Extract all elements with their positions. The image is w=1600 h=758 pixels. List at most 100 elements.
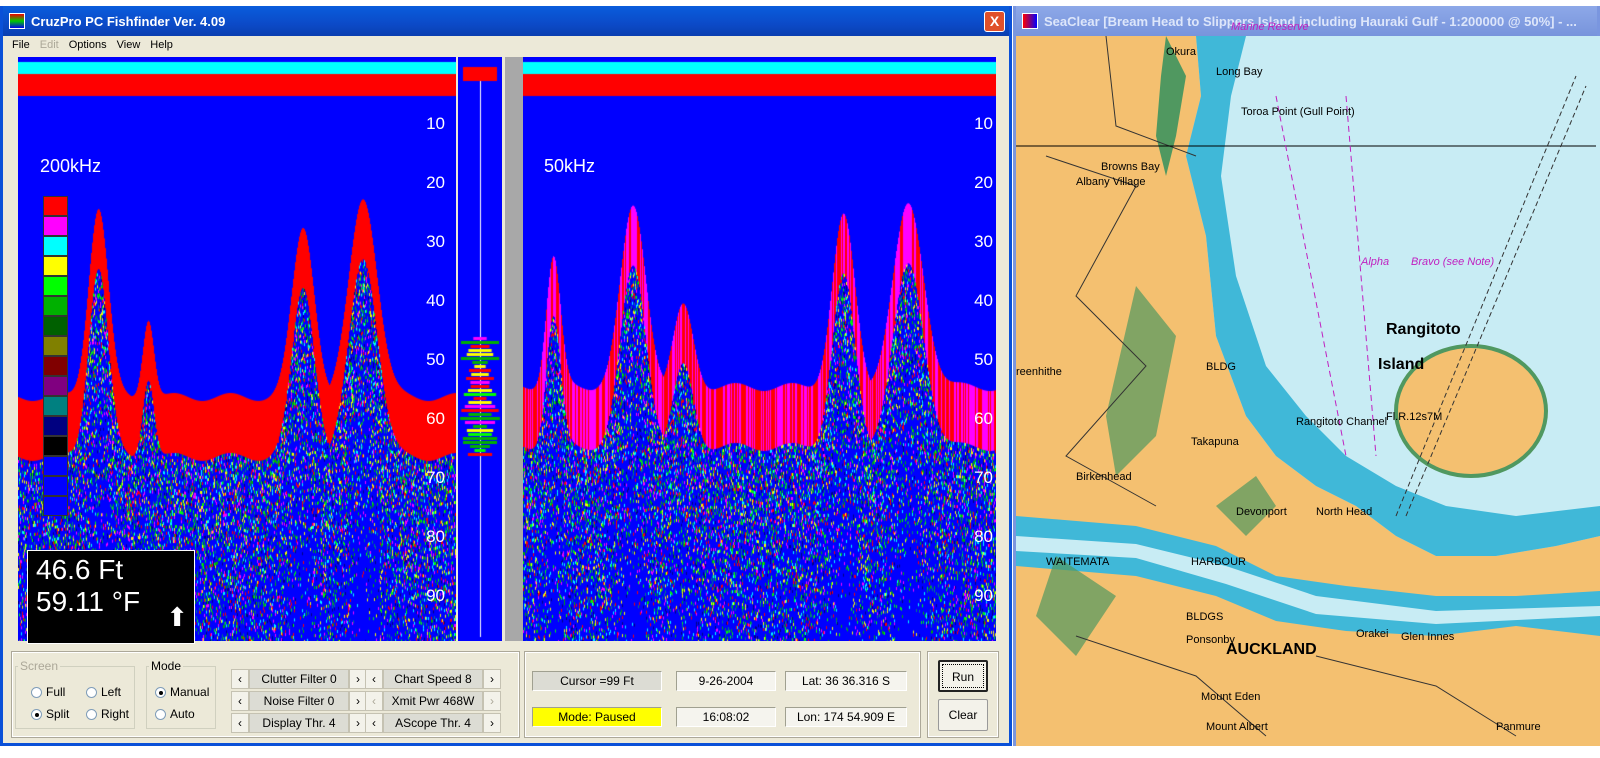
- decrease-button: ‹: [365, 691, 383, 711]
- radio-label: Auto: [170, 707, 195, 721]
- menu-help[interactable]: Help: [150, 39, 173, 51]
- fishfinder-window: CruzPro PC Fishfinder Ver. 4.09 X File E…: [0, 6, 1012, 746]
- color-scale-swatch: [43, 216, 68, 236]
- depth-tick: 90: [974, 586, 993, 605]
- depth-tick: 30: [426, 232, 445, 251]
- color-scale-swatch: [43, 276, 68, 296]
- radio-label: Split: [46, 707, 70, 721]
- date-status: 9-26-2004: [676, 671, 776, 691]
- stepper-label: AScope Thr. 4: [383, 713, 483, 733]
- stepper-label: Chart Speed 8: [383, 669, 483, 689]
- depth-tick: 20: [974, 173, 993, 192]
- clear-button[interactable]: Clear: [938, 699, 988, 731]
- depth-tick: 80: [426, 527, 445, 546]
- close-button[interactable]: X: [984, 11, 1005, 32]
- menu-options[interactable]: Options: [69, 39, 107, 51]
- fishfinder-titlebar[interactable]: CruzPro PC Fishfinder Ver. 4.09 X: [3, 6, 1009, 36]
- map-label: Panmure: [1496, 721, 1541, 733]
- radio-label: Left: [101, 685, 122, 699]
- freq-label-50: 50kHz: [544, 156, 596, 176]
- color-scale-swatch: [43, 256, 68, 276]
- decrease-button[interactable]: ‹: [231, 669, 249, 689]
- color-scale-swatch: [43, 356, 68, 376]
- menu-file[interactable]: File: [12, 39, 30, 51]
- color-scale-swatch: [43, 376, 68, 396]
- decrease-button[interactable]: ‹: [365, 713, 383, 733]
- map-label: Glen Innes: [1401, 631, 1455, 643]
- map-label: North Head: [1316, 506, 1373, 518]
- depth-tick: 50: [426, 350, 445, 369]
- depth-tick: 30: [974, 232, 993, 251]
- decrease-button[interactable]: ‹: [231, 691, 249, 711]
- map-label: Okura: [1166, 46, 1196, 58]
- mode-status: Mode: Paused: [532, 707, 662, 727]
- map-label: Orakei: [1356, 628, 1389, 640]
- stepper: ‹ Chart Speed 8 ›: [365, 669, 501, 689]
- cursor-status: Cursor =99 Ft: [532, 671, 662, 691]
- color-scale-swatch: [43, 496, 68, 516]
- radio-label: Manual: [170, 685, 210, 699]
- map-label: AUCKLAND: [1226, 641, 1317, 658]
- ascope-display: [458, 57, 502, 641]
- mode-auto-radio[interactable]: Auto: [155, 707, 195, 721]
- screen-split-radio[interactable]: Split: [31, 707, 69, 721]
- depth-readout: 46.6 Ft: [36, 554, 124, 585]
- map-label: Bravo (see Note): [1411, 256, 1495, 268]
- map-label: Island: [1378, 356, 1425, 373]
- map-label: Rangitoto Channel: [1296, 416, 1388, 428]
- map-label: Devonport: [1236, 506, 1287, 518]
- decrease-button[interactable]: ‹: [231, 713, 249, 733]
- mode-manual-radio[interactable]: Manual: [155, 685, 209, 699]
- stepper: ‹ Display Thr. 4 ›: [231, 713, 367, 733]
- map-label: Browns Bay: [1101, 161, 1160, 173]
- stepper-label: Xmit Pwr 468W: [383, 691, 483, 711]
- depth-tick: 60: [426, 409, 445, 428]
- app-icon: [9, 13, 25, 29]
- color-scale-swatch: [43, 296, 68, 316]
- window-title: CruzPro PC Fishfinder Ver. 4.09: [31, 13, 226, 29]
- run-button[interactable]: Run: [938, 660, 988, 692]
- depth-tick: 70: [426, 468, 445, 487]
- stepper: ‹ Xmit Pwr 468W ›: [365, 691, 501, 711]
- increase-button[interactable]: ›: [483, 713, 501, 733]
- status-panel: Cursor =99 Ft Mode: Paused 9-26-2004 16:…: [524, 651, 921, 738]
- stepper-label: Display Thr. 4: [249, 713, 349, 733]
- map-label: Mount Albert: [1206, 721, 1268, 733]
- freq-label-200: 200kHz: [40, 156, 102, 176]
- map-label: Takapuna: [1191, 436, 1239, 448]
- depth-tick: 10: [426, 114, 445, 133]
- color-scale-swatch: [43, 476, 68, 496]
- depth-tick: 50: [974, 350, 993, 369]
- increase-button: ›: [483, 691, 501, 711]
- radio-label: Full: [46, 685, 66, 699]
- time-status: 16:08:02: [676, 707, 776, 727]
- radio-label: Right: [101, 707, 130, 721]
- color-scale-swatch: [43, 416, 68, 436]
- sonar-50khz-display[interactable]: [523, 57, 996, 641]
- map-label: Mount Eden: [1201, 691, 1261, 703]
- map-label: BLDGS: [1186, 611, 1224, 623]
- stepper-label: Noise Filter 0: [249, 691, 349, 711]
- color-scale-swatch: [43, 436, 68, 456]
- split-divider[interactable]: [505, 57, 523, 641]
- screen-left-radio[interactable]: Left: [86, 685, 121, 699]
- increase-button[interactable]: ›: [483, 669, 501, 689]
- map-label: Toroa Point (Gull Point): [1241, 106, 1355, 118]
- screen-right-radio[interactable]: Right: [86, 707, 129, 721]
- stepper: ‹ Clutter Filter 0 ›: [231, 669, 367, 689]
- decrease-button[interactable]: ‹: [365, 669, 383, 689]
- arrow-up-icon: ⬆: [166, 602, 188, 632]
- map-label: Long Bay: [1216, 66, 1263, 78]
- menu-edit: Edit: [39, 39, 59, 51]
- depth-tick: 40: [426, 291, 445, 310]
- menu-view[interactable]: View: [117, 39, 141, 51]
- depth-tick: 20: [426, 173, 445, 192]
- depth-tick: 10: [974, 114, 993, 133]
- screen-full-radio[interactable]: Full: [31, 685, 65, 699]
- map-label: Marine Reserve: [1231, 21, 1309, 33]
- nautical-chart[interactable]: [1016, 36, 1600, 746]
- map-label: HARBOUR: [1191, 556, 1247, 568]
- stepper: ‹ Noise Filter 0 ›: [231, 691, 367, 711]
- temp-readout: 59.11 °F: [36, 586, 141, 617]
- depth-tick: 60: [974, 409, 993, 428]
